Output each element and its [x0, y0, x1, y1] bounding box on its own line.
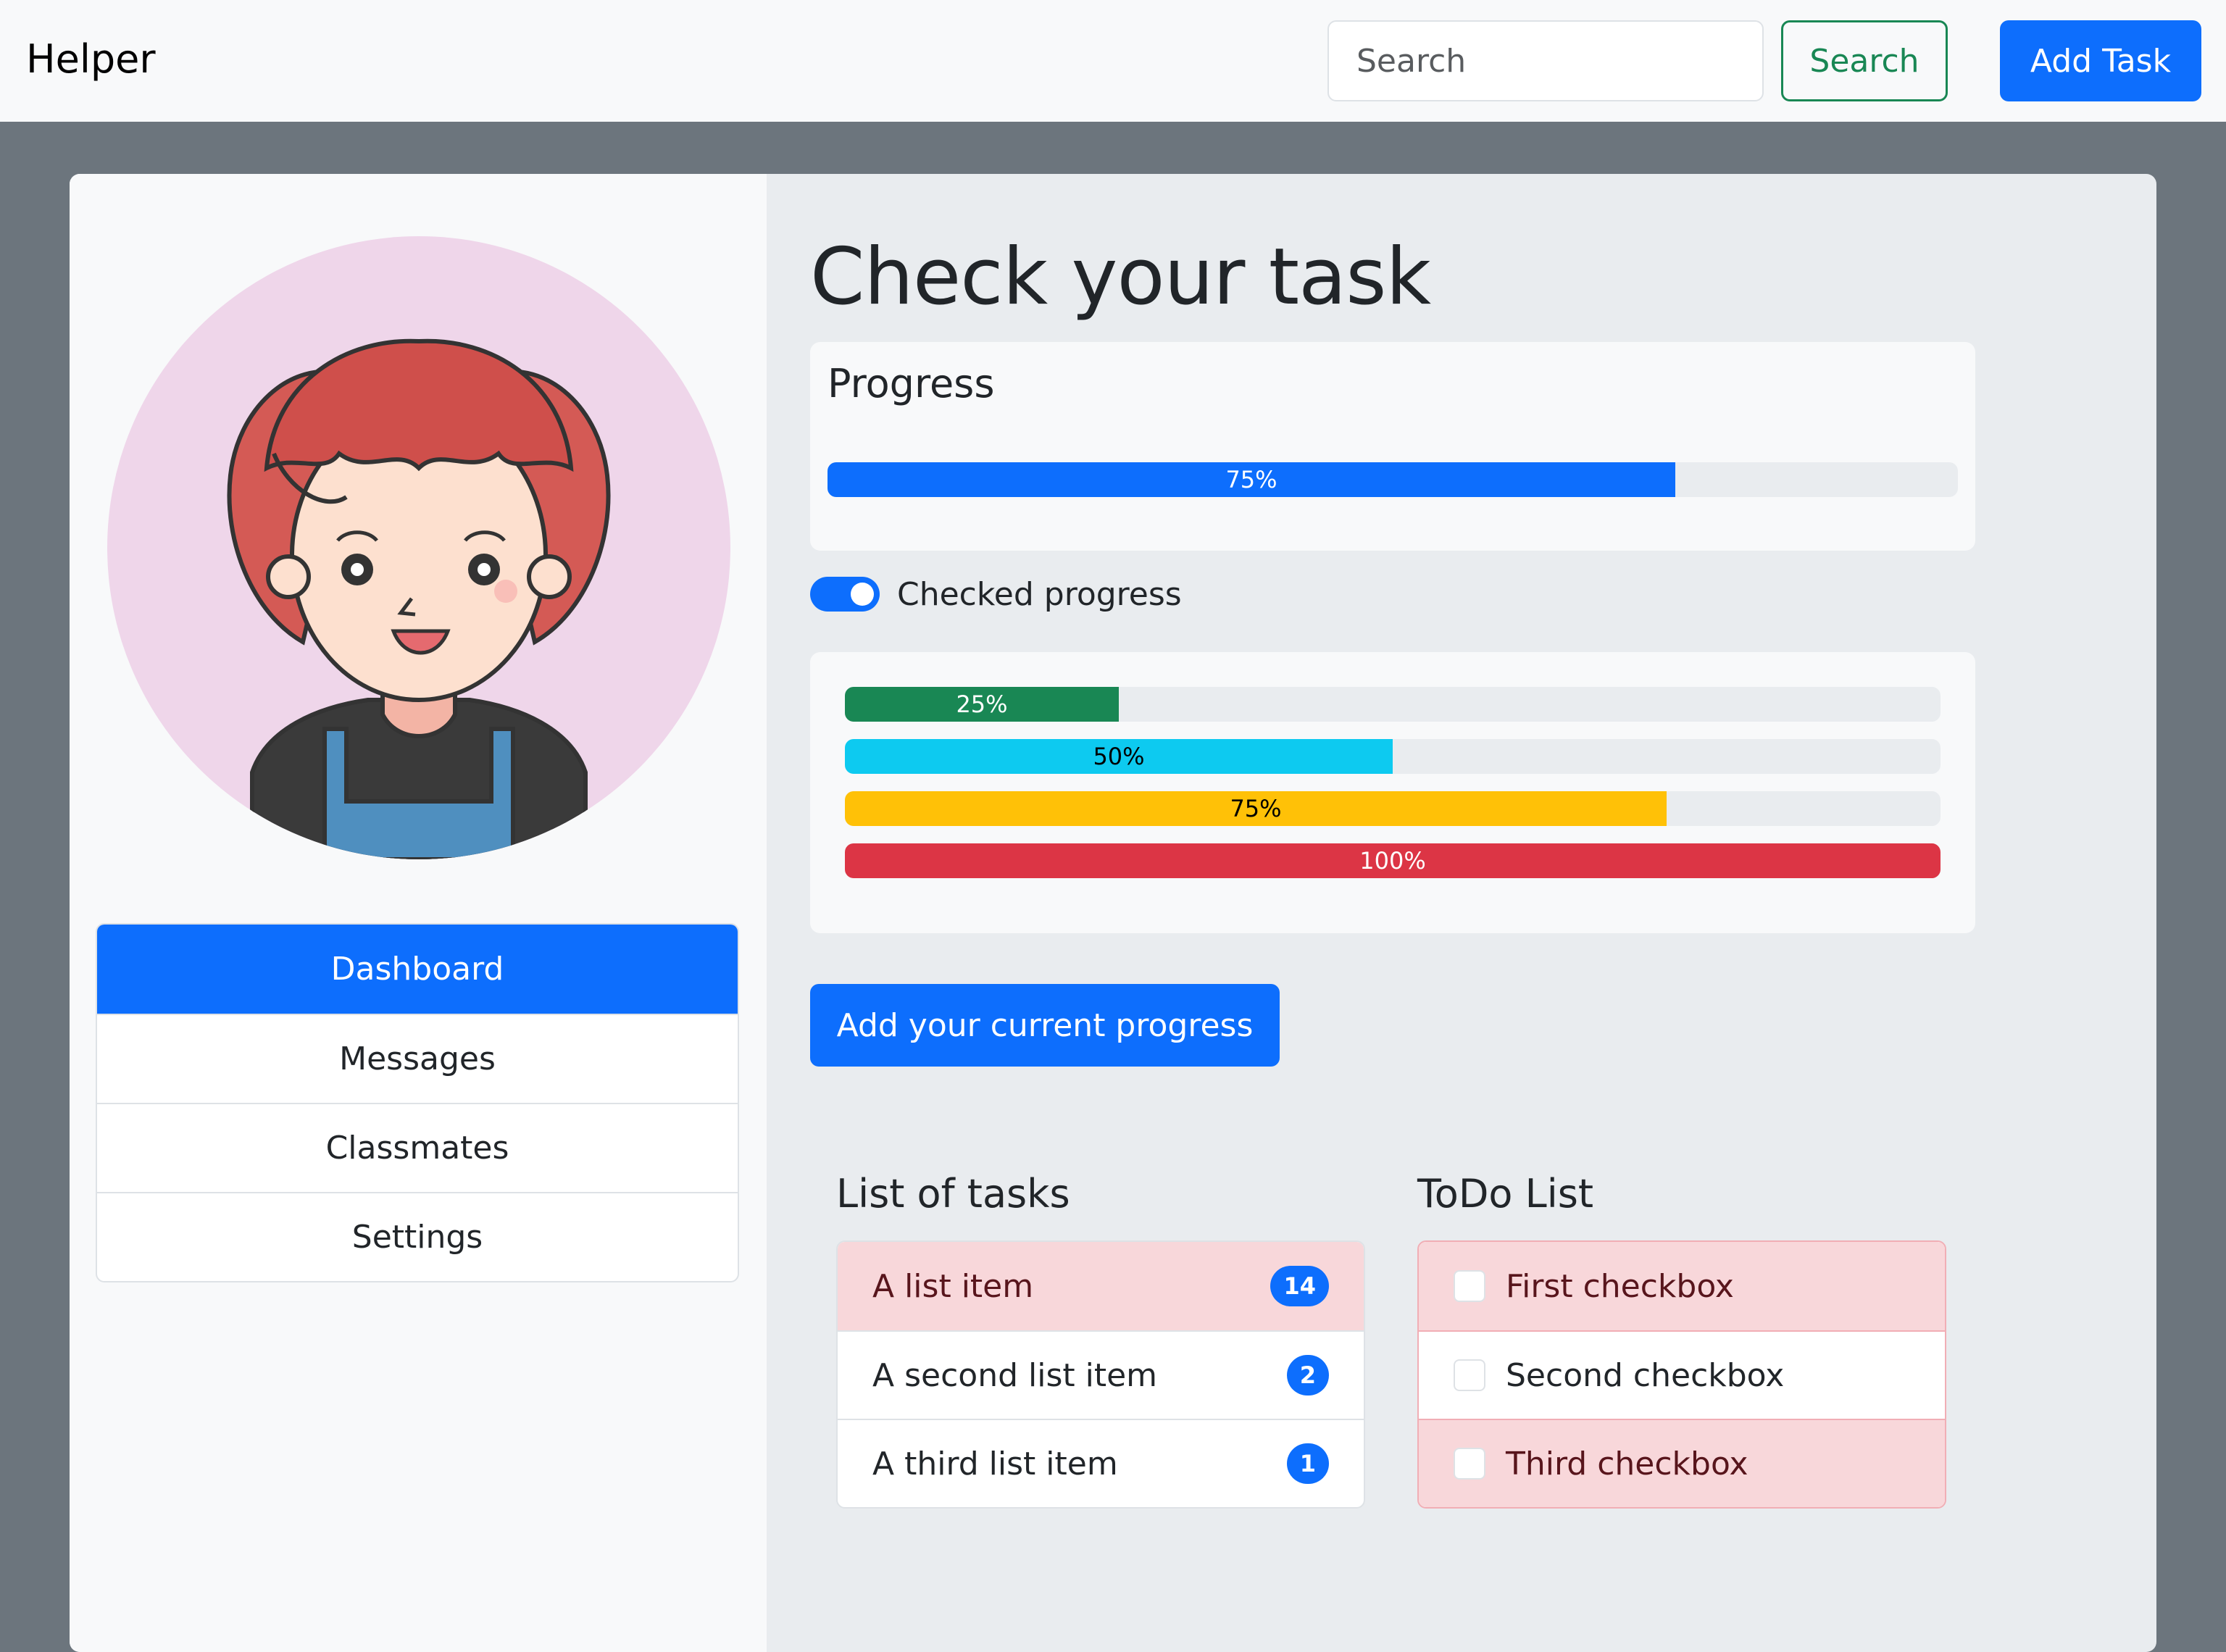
todo-item[interactable]: First checkbox	[1419, 1242, 1945, 1330]
progress-bar-fill: 75%	[845, 791, 1667, 826]
todo-item[interactable]: Third checkbox	[1419, 1419, 1945, 1507]
progress-card: Progress 75%	[810, 342, 1975, 551]
tasks-heading: List of tasks	[836, 1171, 1070, 1217]
todo-list: First checkbox Second checkbox Third che…	[1417, 1240, 1946, 1509]
list-item-label: A third list item	[872, 1445, 1118, 1482]
count-badge: 14	[1270, 1266, 1329, 1306]
main-content: Check your task Progress 75% Checked pro…	[767, 174, 2156, 1652]
progress-bars-card: 25% 50% 75% 100%	[810, 652, 1975, 933]
sidebar-item-classmates[interactable]: Classmates	[97, 1103, 738, 1192]
list-item-label: A second list item	[872, 1356, 1158, 1394]
brand[interactable]: Helper	[26, 36, 156, 82]
progress-bar-info: 50%	[845, 739, 1941, 774]
progress-bar-fill: 100%	[845, 843, 1941, 878]
toggle-switch[interactable]	[810, 577, 880, 612]
progress-bar-danger: 100%	[845, 843, 1941, 878]
checked-progress-switch[interactable]: Checked progress	[810, 572, 1182, 616]
todo-item-label: First checkbox	[1506, 1267, 1734, 1305]
progress-bar-fill: 25%	[845, 687, 1119, 722]
todo-item-label: Second checkbox	[1506, 1356, 1785, 1394]
search-input[interactable]	[1327, 20, 1764, 101]
progress-bar-fill: 75%	[828, 462, 1675, 497]
search-button[interactable]: Search	[1781, 20, 1948, 101]
main-card: Dashboard Messages Classmates Settings C…	[70, 174, 2156, 1652]
checkbox[interactable]	[1454, 1270, 1485, 1302]
checkbox[interactable]	[1454, 1448, 1485, 1480]
todo-heading: ToDo List	[1417, 1171, 1594, 1217]
list-item[interactable]: A third list item 1	[838, 1419, 1364, 1507]
progress-heading: Progress	[828, 361, 995, 406]
add-progress-button[interactable]: Add your current progress	[810, 984, 1280, 1067]
sidebar-item-messages[interactable]: Messages	[97, 1014, 738, 1103]
progress-bar-warning: 75%	[845, 791, 1941, 826]
progress-bar: 75%	[828, 462, 1958, 497]
switch-label: Checked progress	[897, 575, 1182, 613]
list-item-label: A list item	[872, 1267, 1034, 1305]
navbar: Helper Search Add Task	[0, 0, 2226, 122]
todo-item[interactable]: Second checkbox	[1419, 1330, 1945, 1419]
page-title: Check your task	[810, 232, 1431, 322]
todo-item-label: Third checkbox	[1506, 1445, 1748, 1482]
sidebar: Dashboard Messages Classmates Settings	[70, 174, 767, 1652]
sidebar-item-dashboard[interactable]: Dashboard	[97, 925, 738, 1014]
sidebar-nav: Dashboard Messages Classmates Settings	[96, 923, 739, 1282]
progress-bar-success: 25%	[845, 687, 1941, 722]
count-badge: 1	[1286, 1443, 1329, 1484]
add-task-button[interactable]: Add Task	[2000, 20, 2201, 101]
sidebar-item-settings[interactable]: Settings	[97, 1192, 738, 1281]
avatar	[107, 236, 730, 859]
list-item[interactable]: A list item 14	[838, 1242, 1364, 1330]
list-item[interactable]: A second list item 2	[838, 1330, 1364, 1419]
count-badge: 2	[1286, 1355, 1329, 1396]
progress-bar-fill: 50%	[845, 739, 1393, 774]
checkbox[interactable]	[1454, 1359, 1485, 1391]
task-list: A list item 14 A second list item 2 A th…	[836, 1240, 1365, 1509]
